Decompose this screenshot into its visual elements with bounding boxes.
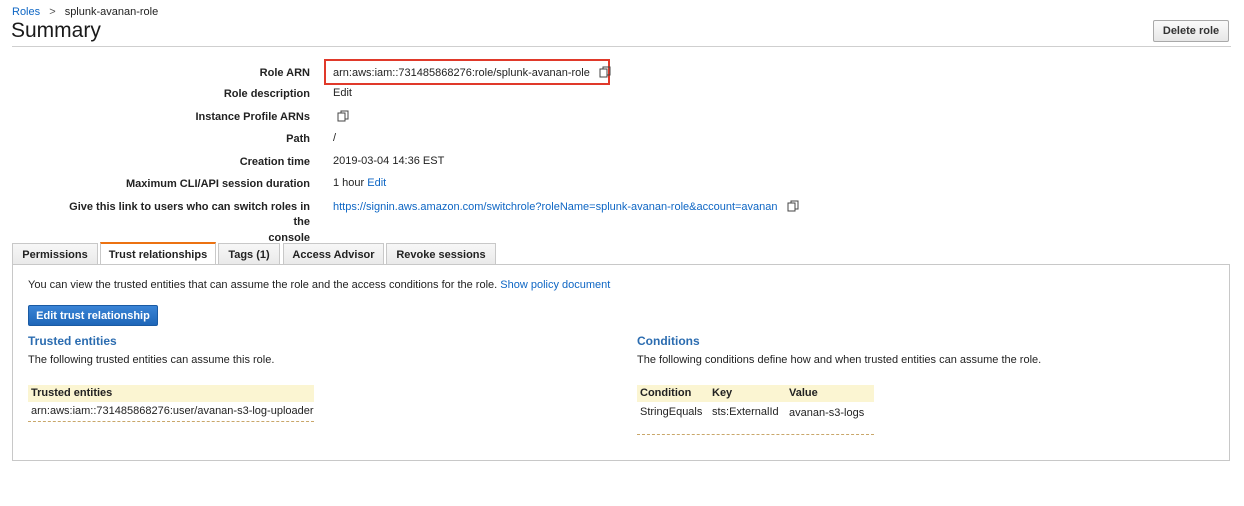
instance-profile-value — [333, 110, 349, 123]
tab-permissions[interactable]: Permissions — [12, 243, 98, 265]
role-arn-value: arn:aws:iam::731485868276:role/splunk-av… — [333, 66, 611, 79]
conditions-title: Conditions — [637, 334, 700, 348]
show-policy-document-link[interactable]: Show policy document — [500, 279, 610, 291]
conditions-header-condition: Condition — [640, 387, 692, 399]
condition-cell-condition: StringEquals — [640, 406, 703, 418]
tab-access-advisor[interactable]: Access Advisor — [283, 243, 384, 265]
copy-icon[interactable] — [599, 66, 611, 78]
role-arn-label: Role ARN — [259, 67, 310, 79]
tab-trust-relationships[interactable]: Trust relationships — [100, 242, 216, 265]
conditions-divider — [637, 434, 874, 435]
breadcrumb-separator: > — [49, 6, 56, 18]
edit-trust-relationship-button[interactable]: Edit trust relationship — [28, 305, 158, 326]
trusted-entities-table-header: Trusted entities — [28, 385, 314, 402]
max-session-edit-link[interactable]: Edit — [367, 177, 386, 189]
tab-revoke-sessions[interactable]: Revoke sessions — [386, 243, 496, 265]
creation-time-value: 2019-03-04 14:36 EST — [333, 155, 445, 167]
trusted-entities-title: Trusted entities — [28, 334, 117, 348]
delete-role-button[interactable]: Delete role — [1153, 20, 1229, 42]
condition-cell-value: avanan-s3-logs — [789, 407, 865, 419]
role-arn-text: arn:aws:iam::731485868276:role/splunk-av… — [333, 67, 590, 79]
role-description-edit-link[interactable]: Edit — [333, 87, 352, 99]
max-session-value: 1 hour Edit — [333, 177, 386, 189]
path-value: / — [333, 132, 337, 144]
switch-link-label: Give this link to users who can switch r… — [50, 200, 310, 246]
copy-icon[interactable] — [337, 110, 349, 122]
trusted-entity-row: arn:aws:iam::731485868276:user/avanan-s3… — [31, 405, 314, 417]
switch-link-label-line1: Give this link to users who can switch r… — [69, 201, 310, 228]
copy-icon[interactable] — [787, 200, 799, 212]
conditions-header-key: Key — [712, 387, 733, 399]
conditions-header-value: Value — [789, 387, 818, 399]
switch-link-value: https://signin.aws.amazon.com/switchrole… — [333, 200, 799, 213]
page-title: Summary — [11, 19, 101, 42]
header-divider — [12, 46, 1231, 47]
condition-cell-key: sts:ExternalId — [712, 406, 779, 418]
instance-profile-label: Instance Profile ARNs — [195, 111, 310, 123]
trust-intro: You can view the trusted entities that c… — [28, 279, 610, 291]
breadcrumb: Roles > splunk-avanan-role — [12, 6, 158, 18]
breadcrumb-roles-link[interactable]: Roles — [12, 6, 40, 18]
trust-intro-text: You can view the trusted entities that c… — [28, 279, 498, 291]
conditions-desc: The following conditions define how and … — [637, 354, 1042, 366]
creation-time-label: Creation time — [239, 156, 310, 168]
path-label: Path — [286, 133, 310, 145]
role-description-label: Role description — [223, 88, 310, 100]
trusted-entities-desc: The following trusted entities can assum… — [28, 354, 275, 366]
trusted-entities-divider — [28, 421, 314, 422]
max-session-duration: 1 hour — [333, 177, 365, 189]
switch-role-link[interactable]: https://signin.aws.amazon.com/switchrole… — [333, 201, 778, 213]
breadcrumb-current: splunk-avanan-role — [64, 6, 159, 18]
max-session-label: Maximum CLI/API session duration — [126, 178, 310, 190]
tab-tags[interactable]: Tags (1) — [218, 243, 280, 265]
